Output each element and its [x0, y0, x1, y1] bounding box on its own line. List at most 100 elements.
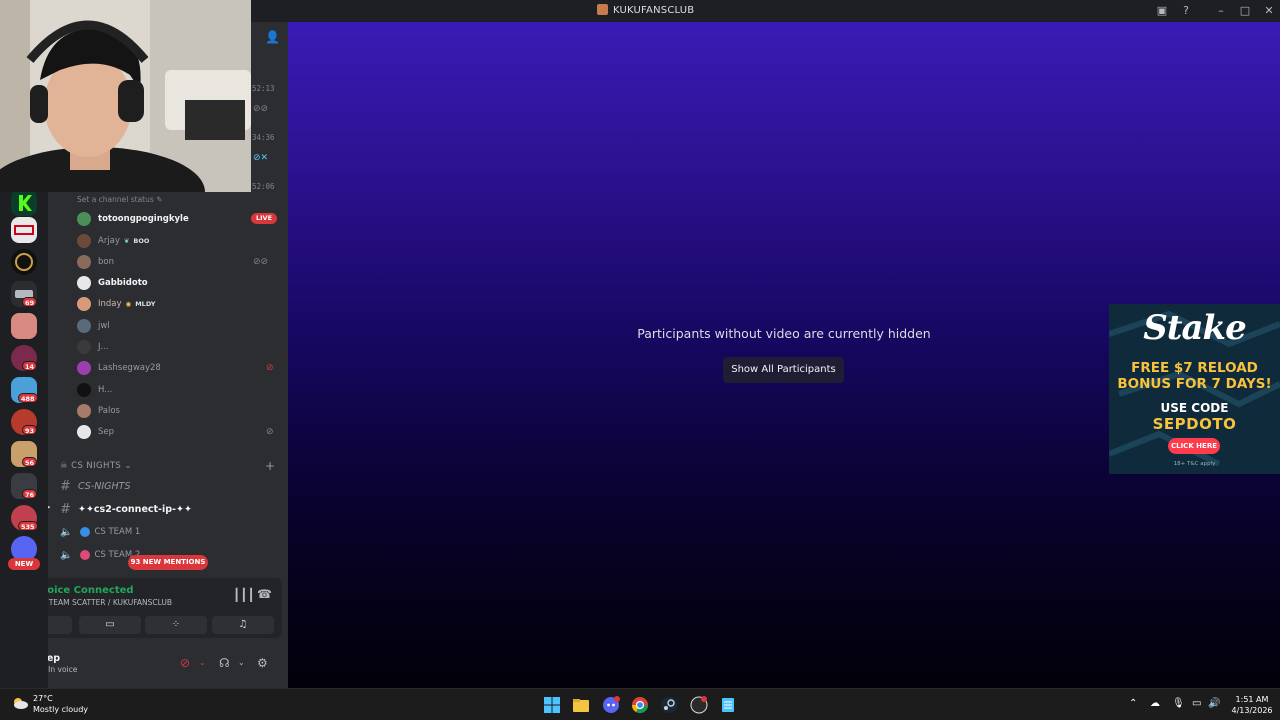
invite-icon[interactable]: 👤: [265, 30, 280, 44]
pencil-icon: ✎: [156, 195, 163, 204]
k-logo-icon: [19, 195, 32, 211]
muted-icon: ⊘: [266, 427, 274, 437]
weather-temperature[interactable]: 27°C: [33, 694, 53, 703]
voice-user[interactable]: bon: [77, 254, 114, 270]
show-all-participants-button[interactable]: Show All Participants: [723, 357, 844, 383]
mention-badge: 488: [18, 393, 38, 403]
voice-user-name: Arjay: [98, 236, 120, 246]
notepad-taskbar-icon[interactable]: [719, 696, 737, 714]
channel-status-input[interactable]: Set a channel status ✎: [77, 195, 162, 204]
settings-gear-icon[interactable]: ⚙: [257, 656, 268, 670]
skull-icon: ☠: [60, 461, 69, 471]
volume-icon[interactable]: 🔊: [1208, 698, 1220, 709]
inbox-icon[interactable]: ▣: [1155, 4, 1169, 18]
chevron-down-icon[interactable]: ⌄: [238, 658, 245, 667]
voice-user-name: Lashsegway28: [98, 363, 161, 373]
maximize-button[interactable]: □: [1238, 4, 1252, 18]
webcam-overlay: [0, 0, 251, 192]
voice-user-name: bon: [98, 257, 114, 267]
channel-cs-team-1[interactable]: 🔈 CS TEAM 1: [60, 523, 140, 541]
help-icon[interactable]: ?: [1179, 4, 1193, 18]
screen-share-button[interactable]: ▭: [79, 616, 141, 634]
clock-date: 4/13/2026: [1231, 706, 1273, 715]
start-button[interactable]: [543, 696, 561, 714]
voice-user[interactable]: Arjay ❦ BOO: [77, 233, 149, 249]
channel-cs2-connect-ip[interactable]: # ✦✦cs2-connect-ip-✦✦: [60, 500, 192, 518]
avatar: [77, 319, 91, 333]
voice-connected-label[interactable]: Voice Connected: [40, 585, 134, 596]
stake-ad-overlay[interactable]: Stake FREE $7 RELOAD BONUS FOR 7 DAYS! U…: [1109, 304, 1280, 474]
server-icon[interactable]: [11, 313, 37, 339]
windows-taskbar: 27°C Mostly cloudy ⌃ ☁ 🎙 ▭ 🔊 1:51 AM 4/13…: [0, 688, 1280, 720]
voice-user-name: J...: [98, 342, 109, 352]
chevron-down-icon[interactable]: ⌄: [199, 658, 206, 667]
chevron-up-icon[interactable]: ⌃: [1129, 698, 1137, 709]
stake-logo: Stake: [1143, 308, 1246, 348]
tray-app-icon[interactable]: ☁: [1150, 698, 1160, 709]
mention-badge: 14: [22, 361, 38, 371]
server-icon-pgl[interactable]: [11, 217, 37, 243]
soundboard-button[interactable]: ♫: [212, 616, 274, 634]
voice-user[interactable]: jwl: [77, 318, 110, 334]
avatar: [77, 340, 91, 354]
system-clock[interactable]: 1:51 AM 4/13/2026: [1230, 694, 1274, 716]
steam-taskbar-icon[interactable]: [660, 696, 678, 714]
user-tag: MLDY: [135, 300, 156, 308]
voice-user[interactable]: Inday ◉ MLDY: [77, 296, 155, 312]
crown-icon: ◉: [125, 300, 132, 308]
voice-user[interactable]: J...: [77, 339, 109, 355]
ad-click-here-button[interactable]: CLICK HERE: [1168, 438, 1220, 454]
channel-label: CS TEAM 1: [94, 527, 141, 537]
activities-button[interactable]: ⁘: [145, 616, 207, 634]
channel-cs-nights[interactable]: # CS-NIGHTS: [60, 477, 131, 495]
voice-user[interactable]: Palos: [77, 403, 120, 419]
voice-user[interactable]: totoongpogingkyle: [77, 211, 189, 227]
close-button[interactable]: ✕: [1262, 4, 1276, 18]
voice-user[interactable]: H...: [77, 382, 112, 398]
voice-user[interactable]: Lashsegway28: [77, 360, 161, 376]
obs-taskbar-icon[interactable]: [690, 696, 708, 714]
ad-headline-2: BONUS FOR 7 DAYS!: [1117, 376, 1272, 392]
category-cs-nights[interactable]: ☠ CS NIGHTS ⌄: [60, 461, 132, 471]
voice-timer: 52:06: [252, 182, 275, 191]
muted-icon: ⊘⊘: [253, 257, 269, 267]
mute-mic-icon[interactable]: ⊘: [180, 656, 190, 670]
discord-taskbar-icon[interactable]: [602, 696, 620, 714]
weather-condition[interactable]: Mostly cloudy: [33, 705, 88, 714]
clock-time: 1:51 AM: [1235, 695, 1269, 704]
pgl-logo-icon: [14, 225, 34, 235]
channel-label: ✦✦cs2-connect-ip-✦✦: [78, 503, 192, 515]
avatar: [77, 425, 91, 439]
file-explorer-icon[interactable]: [572, 696, 590, 714]
cloud-icon: [14, 698, 28, 709]
voice-channel-path[interactable]: ❦ TEAM SCATTER / KUKUFANSCLUB: [40, 598, 172, 607]
server-icon-k[interactable]: [11, 190, 37, 216]
avatar: [77, 404, 91, 418]
new-mentions-pill[interactable]: 93 NEW MENTIONS: [128, 555, 208, 570]
voice-user[interactable]: Sep: [77, 424, 114, 440]
server-rail: 69 14 488 93 56 76 535 NEW: [0, 190, 48, 688]
voice-timer: 34:36: [252, 133, 275, 142]
disconnect-icon[interactable]: ☎: [257, 587, 272, 601]
add-channel-icon[interactable]: +: [265, 459, 275, 473]
voice-user[interactable]: Gabbidoto: [77, 275, 148, 291]
new-badge[interactable]: NEW: [8, 558, 40, 570]
leaf-icon: ❦: [123, 237, 130, 245]
avatar: [77, 383, 91, 397]
headphones-icon[interactable]: ☊: [219, 656, 230, 670]
minimize-button[interactable]: –: [1214, 4, 1228, 18]
user-tag: BOO: [133, 237, 150, 245]
voice-timer: 52:13: [252, 84, 275, 93]
play-logo-icon: [15, 253, 33, 271]
server-icon-play[interactable]: [11, 249, 37, 275]
voice-user-name: Sep: [98, 427, 115, 437]
voice-user-name: totoongpogingkyle: [98, 214, 189, 224]
chrome-taskbar-icon[interactable]: [631, 696, 649, 714]
ad-headline-1: FREE $7 RELOAD: [1131, 360, 1258, 376]
avatar: [77, 276, 91, 290]
network-icon[interactable]: ▭: [1192, 698, 1201, 709]
microphone-icon[interactable]: 🎙: [1172, 698, 1185, 709]
noise-suppression-icon[interactable]: ┃┃┃: [233, 588, 255, 602]
user-status-text: In voice: [48, 665, 78, 674]
window-title-text: KUKUFANSCLUB: [613, 5, 695, 16]
